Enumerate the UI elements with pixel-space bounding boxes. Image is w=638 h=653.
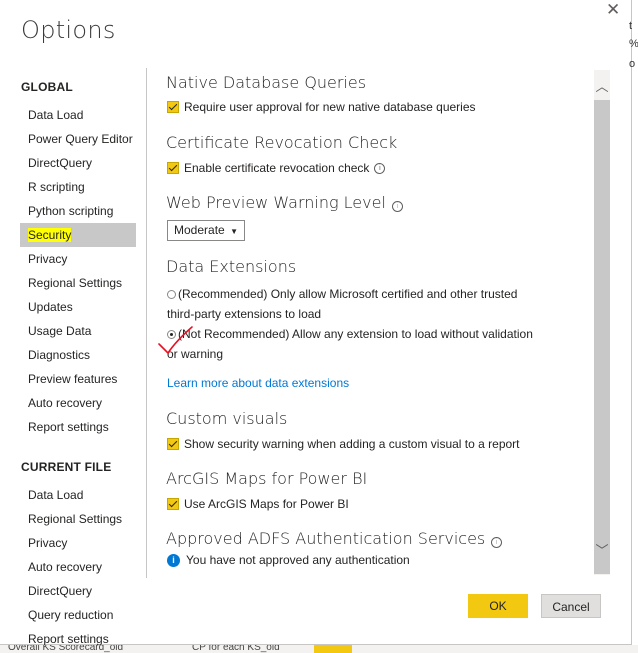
nav-item-diagnostics[interactable]: Diagnostics	[20, 343, 136, 367]
nav-item-file-query-reduction[interactable]: Query reduction	[20, 603, 136, 627]
option-not-recommended-line1: (Not Recommended) Allow any extension to…	[178, 327, 533, 341]
section-title-data-ext: Data Extensions	[166, 257, 297, 276]
background-tab-strip: Overall KS Scorecard_old CP for each KS_…	[0, 645, 638, 653]
section-title-web-preview: Web Preview Warning Level i	[166, 193, 403, 212]
radio-recommended[interactable]	[167, 290, 176, 300]
nav-item-data-load[interactable]: Data Load	[20, 103, 136, 127]
nav-item-directquery[interactable]: DirectQuery	[20, 151, 136, 175]
info-icon[interactable]: i	[491, 537, 503, 548]
scroll-down-icon[interactable]: ﹀	[594, 540, 610, 560]
option-recommended-line1: (Recommended) Only allow Microsoft certi…	[178, 287, 518, 301]
nav-item-power-query-editor[interactable]: Power Query Editor	[20, 127, 136, 151]
warning-level-dropdown[interactable]: Moderate ▼	[167, 220, 245, 241]
native-db-option: Require user approval for new native dat…	[167, 100, 476, 114]
web-preview-title-text: Web Preview Warning Level	[166, 193, 386, 212]
nav-item-file-auto-recovery[interactable]: Auto recovery	[20, 555, 136, 579]
arcgis-option: Use ArcGIS Maps for Power BI	[167, 497, 349, 511]
cancel-button[interactable]: Cancel	[541, 594, 601, 618]
chevron-down-icon: ▼	[230, 227, 238, 236]
scroll-up-icon[interactable]: ︿	[594, 76, 610, 96]
section-title-cert: Certificate Revocation Check	[166, 133, 398, 152]
nav-item-file-data-load[interactable]: Data Load	[20, 483, 136, 507]
adfs-info-text: You have not approved any authentication	[186, 553, 410, 567]
section-title-native-db: Native Database Queries	[166, 73, 367, 92]
nav-item-file-regional-settings[interactable]: Regional Settings	[20, 507, 136, 531]
close-icon[interactable]: ✕	[606, 0, 620, 20]
data-ext-option-not-recommended: (Not Recommended) Allow any extension to…	[167, 324, 547, 364]
nav-item-report-settings[interactable]: Report settings	[20, 415, 136, 439]
native-db-label: Require user approval for new native dat…	[184, 100, 476, 114]
section-title-adfs: Approved ADFS Authentication Services i	[166, 529, 503, 548]
nav-item-r-scripting[interactable]: R scripting	[20, 175, 136, 199]
info-icon[interactable]: i	[374, 162, 386, 174]
ok-button[interactable]: OK	[468, 594, 528, 618]
add-page-button[interactable]	[314, 645, 352, 653]
custom-visuals-label: Show security warning when adding a cust…	[184, 437, 520, 451]
arcgis-checkbox[interactable]	[167, 498, 179, 510]
section-title-arcgis: ArcGIS Maps for Power BI	[166, 469, 368, 488]
nav-heading-current-file: CURRENT FILE	[21, 460, 112, 474]
nav-item-security-label: Security	[28, 228, 72, 242]
data-extensions-link[interactable]: Learn more about data extensions	[167, 376, 349, 390]
cert-label: Enable certificate revocation check	[184, 161, 370, 175]
data-ext-option-recommended: (Recommended) Only allow Microsoft certi…	[167, 284, 547, 324]
info-icon[interactable]: i	[391, 201, 403, 212]
background-tab[interactable]: CP for each KS_old	[192, 645, 280, 653]
cert-checkbox[interactable]	[167, 162, 179, 174]
nav-divider	[146, 68, 147, 578]
info-circle-icon: i	[167, 553, 180, 567]
red-checkmark-annotation	[158, 326, 193, 354]
nav-item-usage-data[interactable]: Usage Data	[20, 319, 136, 343]
custom-visuals-option: Show security warning when adding a cust…	[167, 437, 520, 451]
dialog-title: Options	[21, 16, 116, 44]
background-tab[interactable]: Overall KS Scorecard_old	[8, 645, 123, 653]
scrollbar-thumb[interactable]	[594, 100, 610, 574]
nav-item-regional-settings[interactable]: Regional Settings	[20, 271, 136, 295]
cert-option: Enable certificate revocation check i	[167, 161, 386, 175]
native-db-checkbox[interactable]	[167, 101, 179, 113]
nav-item-file-directquery[interactable]: DirectQuery	[20, 579, 136, 603]
nav-item-file-privacy[interactable]: Privacy	[20, 531, 136, 555]
content-scrollbar[interactable]: ︿ ﹀	[594, 70, 610, 575]
adfs-title-text: Approved ADFS Authentication Services	[166, 529, 486, 548]
nav-item-security[interactable]: Security	[20, 223, 136, 247]
nav-item-python-scripting[interactable]: Python scripting	[20, 199, 136, 223]
custom-visuals-checkbox[interactable]	[167, 438, 179, 450]
options-dialog: Options ✕ GLOBAL Data Load Power Query E…	[0, 0, 632, 646]
nav-heading-global: GLOBAL	[21, 80, 73, 94]
nav-item-auto-recovery[interactable]: Auto recovery	[20, 391, 136, 415]
background-fragment: t	[629, 20, 633, 32]
section-title-custom-visuals: Custom visuals	[166, 409, 288, 428]
arcgis-label: Use ArcGIS Maps for Power BI	[184, 497, 349, 511]
background-fragment: %	[629, 38, 638, 50]
background-fragment: o	[629, 58, 636, 70]
option-recommended-line2: third-party extensions to load	[167, 307, 322, 321]
adfs-info: i You have not approved any authenticati…	[167, 553, 410, 567]
nav-item-preview-features[interactable]: Preview features	[20, 367, 136, 391]
nav-item-privacy[interactable]: Privacy	[20, 247, 136, 271]
warning-level-value: Moderate	[174, 223, 225, 237]
nav-item-updates[interactable]: Updates	[20, 295, 136, 319]
